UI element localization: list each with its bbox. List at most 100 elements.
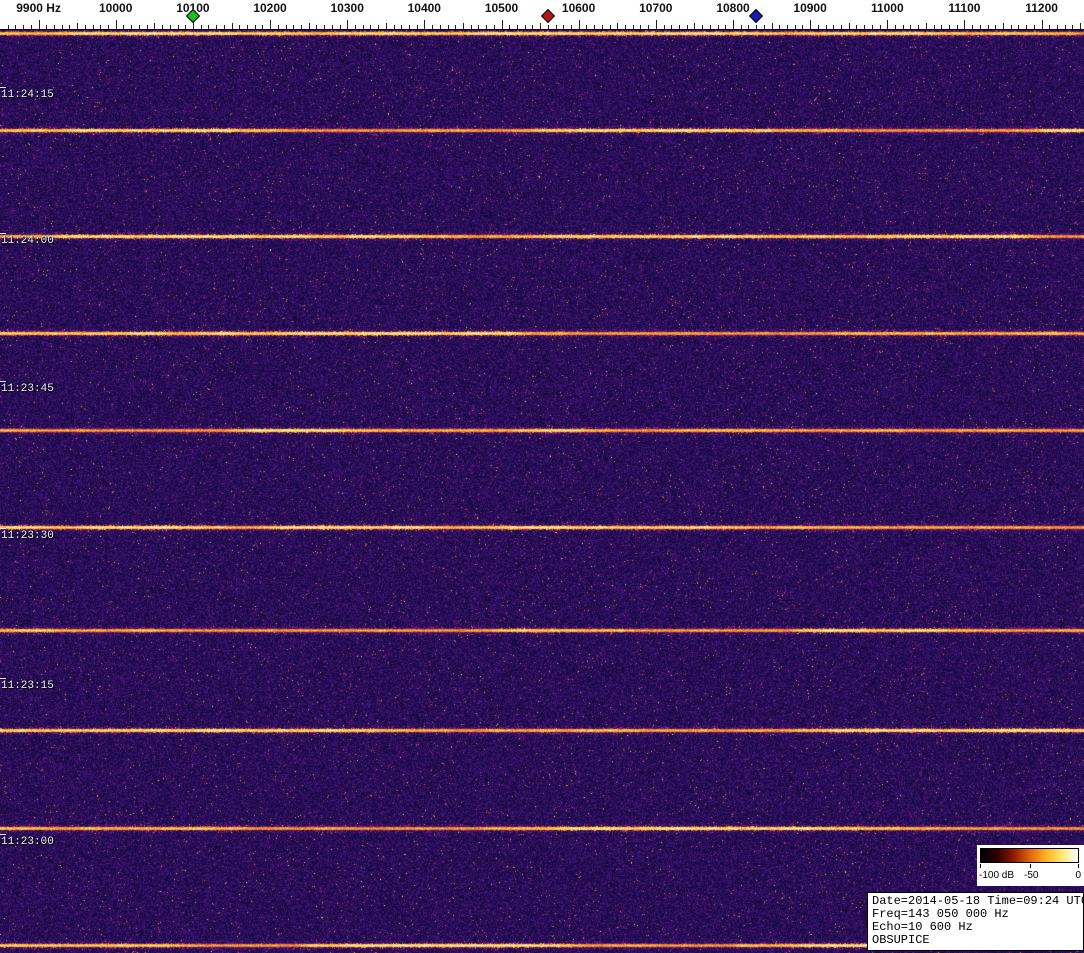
- freq-tick: [31, 25, 32, 29]
- colorbar-tick: [1078, 864, 1079, 868]
- freq-tick: [185, 25, 186, 29]
- freq-tick: [77, 23, 78, 29]
- freq-tick: [270, 20, 271, 29]
- freq-tick: [602, 25, 603, 29]
- freq-tick: [247, 25, 248, 29]
- freq-tick: [471, 25, 472, 29]
- freq-tick: [964, 20, 965, 29]
- freq-tick: [1072, 25, 1073, 29]
- freq-tick: [255, 25, 256, 29]
- freq-tick: [941, 25, 942, 29]
- freq-tick: [23, 25, 24, 29]
- freq-tick: [494, 25, 495, 29]
- freq-tick: [54, 25, 55, 29]
- time-axis-label: 11:24:15: [1, 89, 54, 101]
- freq-axis-label: 10800: [716, 1, 749, 15]
- freq-tick: [517, 25, 518, 29]
- observation-info-panel: Date=2014-05-18 Time=09:24 UTC Freq=143 …: [867, 892, 1084, 951]
- red-frequency-marker[interactable]: [541, 9, 555, 23]
- freq-tick: [972, 25, 973, 29]
- info-station-line: OBSUPICE: [872, 934, 1079, 947]
- freq-tick: [540, 23, 541, 29]
- freq-tick: [154, 23, 155, 29]
- freq-axis-label: 9900 Hz: [16, 1, 61, 15]
- freq-tick: [679, 25, 680, 29]
- freq-tick: [633, 25, 634, 29]
- meteor-waterfall-app: 9900 Hz100001010010200103001040010500106…: [0, 0, 1084, 953]
- time-axis-label: 11:23:15: [1, 680, 54, 692]
- freq-tick: [1026, 25, 1027, 29]
- time-tick: [0, 233, 6, 234]
- freq-tick: [401, 25, 402, 29]
- freq-tick: [532, 25, 533, 29]
- freq-tick: [15, 25, 16, 29]
- freq-tick: [625, 25, 626, 29]
- freq-tick: [694, 23, 695, 29]
- freq-tick: [239, 25, 240, 29]
- freq-tick: [756, 25, 757, 29]
- freq-tick: [324, 25, 325, 29]
- time-tick: [0, 87, 6, 88]
- time-tick: [0, 678, 6, 679]
- freq-tick: [818, 25, 819, 29]
- freq-axis-label: 11000: [871, 1, 904, 15]
- freq-tick: [1011, 25, 1012, 29]
- freq-tick: [316, 25, 317, 29]
- freq-tick: [725, 25, 726, 29]
- freq-tick: [486, 25, 487, 29]
- freq-axis-label: 10700: [639, 1, 672, 15]
- freq-tick: [224, 25, 225, 29]
- freq-tick: [509, 25, 510, 29]
- freq-tick: [432, 25, 433, 29]
- freq-tick: [833, 25, 834, 29]
- blue-frequency-marker[interactable]: [749, 9, 763, 23]
- freq-tick: [656, 20, 657, 29]
- freq-tick: [363, 25, 364, 29]
- freq-tick: [772, 23, 773, 29]
- freq-tick: [664, 25, 665, 29]
- freq-tick: [39, 20, 40, 29]
- freq-tick: [764, 25, 765, 29]
- freq-axis-label: 10400: [408, 1, 441, 15]
- freq-tick: [293, 25, 294, 29]
- colorbar-gradient: [980, 848, 1079, 863]
- freq-tick: [702, 25, 703, 29]
- colorbar-label-min: -100 dB: [979, 870, 1014, 881]
- freq-tick: [170, 25, 171, 29]
- freq-tick: [417, 25, 418, 29]
- spectrogram-canvas[interactable]: [0, 30, 1084, 953]
- freq-tick: [610, 25, 611, 29]
- freq-tick: [286, 25, 287, 29]
- freq-tick: [62, 25, 63, 29]
- freq-tick: [617, 23, 618, 29]
- freq-tick: [1049, 25, 1050, 29]
- freq-tick: [208, 25, 209, 29]
- freq-tick: [409, 25, 410, 29]
- freq-tick: [579, 20, 580, 29]
- freq-tick: [85, 25, 86, 29]
- freq-tick: [116, 20, 117, 29]
- freq-tick: [216, 25, 217, 29]
- freq-tick: [918, 25, 919, 29]
- freq-tick: [571, 25, 572, 29]
- colorbar-label-mid: -50: [1024, 870, 1038, 881]
- freq-tick: [463, 23, 464, 29]
- freq-tick: [278, 25, 279, 29]
- freq-axis-label: 10900: [793, 1, 826, 15]
- freq-tick: [69, 25, 70, 29]
- time-tick: [0, 834, 6, 835]
- freq-tick: [640, 25, 641, 29]
- freq-tick: [995, 25, 996, 29]
- freq-axis-label: 10000: [99, 1, 132, 15]
- freq-tick: [340, 25, 341, 29]
- freq-tick: [887, 20, 888, 29]
- freq-tick: [525, 25, 526, 29]
- freq-tick: [733, 20, 734, 29]
- freq-tick: [795, 25, 796, 29]
- intensity-colorbar: -100 dB -50 0: [977, 845, 1084, 886]
- freq-tick: [872, 25, 873, 29]
- freq-tick: [394, 25, 395, 29]
- colorbar-tick: [980, 864, 981, 868]
- time-tick: [0, 528, 6, 529]
- freq-tick: [779, 25, 780, 29]
